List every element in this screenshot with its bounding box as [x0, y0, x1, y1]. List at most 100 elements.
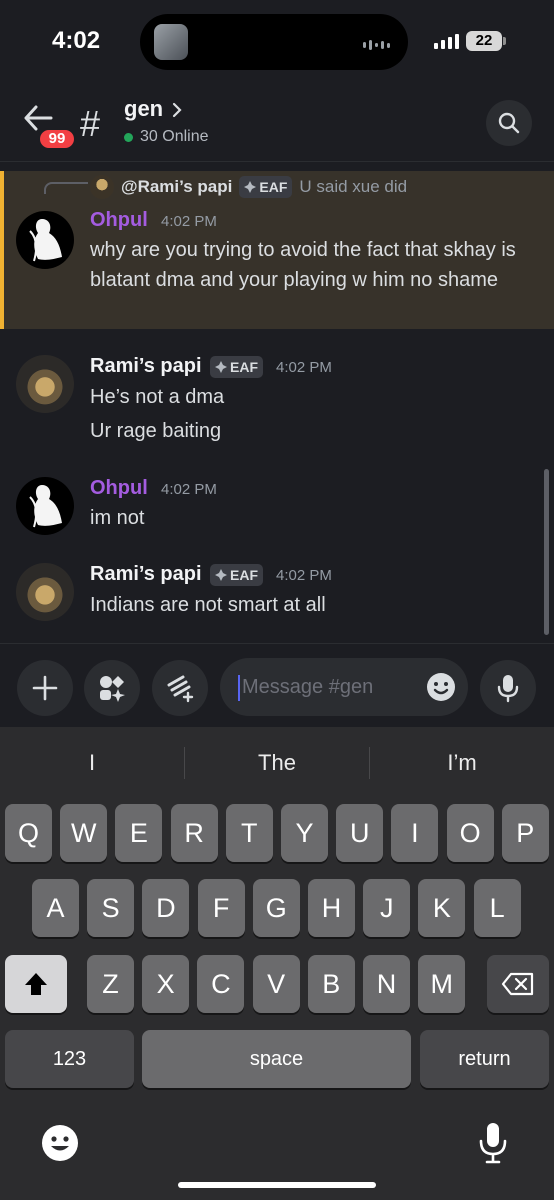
apps-button[interactable] [84, 660, 140, 716]
numbers-key[interactable]: 123 [5, 1030, 134, 1088]
reply-tag-label: EAF [259, 179, 288, 195]
clan-diamond-icon [215, 361, 227, 373]
letter-key[interactable]: M [418, 955, 466, 1013]
author-tag-label: EAF [230, 567, 258, 583]
emoji-button[interactable] [426, 672, 456, 702]
channel-hash-icon: # [80, 103, 101, 144]
voice-message-button[interactable] [480, 660, 536, 716]
letter-key[interactable]: R [170, 804, 218, 862]
message-author[interactable]: Ohpul [90, 209, 148, 232]
avatar[interactable] [16, 211, 74, 269]
message-timestamp: 4:02 PM [161, 481, 217, 498]
message-author[interactable]: Rami’s papi [90, 563, 202, 586]
online-label: 30 Online [140, 128, 209, 145]
reply-text: U said xue did [299, 177, 408, 196]
letter-key[interactable]: C [197, 955, 245, 1013]
ios-keyboard: I The I’m QWERTYUIOP ASDFGHJKL ZXCVBNM 1… [0, 727, 554, 1200]
author-tag: EAF [210, 356, 263, 378]
letter-key[interactable]: Y [281, 804, 328, 862]
letter-key[interactable]: Z [87, 955, 134, 1013]
message-author[interactable]: Rami’s papi [90, 355, 202, 378]
letter-key[interactable]: E [115, 804, 163, 862]
letter-key[interactable]: T [225, 804, 273, 862]
reply-connector [44, 182, 88, 194]
author-tag-label: EAF [230, 359, 258, 375]
message-list[interactable]: @Rami’s papi EAF U said xue did Ohpul 4:… [0, 163, 554, 643]
text-caret [238, 675, 240, 701]
dynamic-island [140, 14, 408, 70]
letter-key[interactable]: W [60, 804, 108, 862]
channel-name[interactable]: gen [124, 96, 163, 122]
search-icon [498, 112, 520, 134]
shift-key[interactable] [5, 955, 67, 1013]
message-text: Ur rage baiting [90, 420, 222, 442]
reply-preview[interactable]: @Rami’s papi EAF U said xue did [90, 175, 407, 199]
shift-arrow-icon [25, 973, 47, 995]
avatar[interactable] [16, 355, 74, 413]
unread-badge: 99 [38, 128, 76, 150]
chevron-right-icon[interactable] [172, 102, 182, 123]
letter-key[interactable]: L [473, 879, 521, 937]
letter-key[interactable]: I [391, 804, 439, 862]
message-text: Indians are not smart at all [90, 594, 326, 616]
letter-key[interactable]: B [307, 955, 355, 1013]
plus-icon [32, 675, 58, 701]
message-input-placeholder: Message #gen [242, 676, 374, 698]
reply-author: @Rami’s papi [121, 177, 233, 196]
message-input[interactable]: Message #gen [220, 658, 468, 716]
message-timestamp: 4:02 PM [161, 213, 217, 230]
attach-button[interactable] [17, 660, 73, 716]
letter-key[interactable]: Q [5, 804, 52, 862]
letter-key[interactable]: O [446, 804, 494, 862]
author-tag: EAF [210, 564, 263, 586]
signal-icon [434, 34, 459, 49]
message-text: He’s not a dma [90, 386, 225, 408]
apps-icon [100, 676, 125, 702]
letter-key[interactable]: P [501, 804, 549, 862]
battery-tip [503, 37, 506, 45]
scrollbar[interactable] [544, 469, 549, 635]
clan-diamond-icon [215, 569, 227, 581]
gift-button[interactable] [152, 660, 208, 716]
online-count: 30 Online [124, 128, 209, 146]
letter-key[interactable]: S [87, 879, 135, 937]
message-timestamp: 4:02 PM [276, 567, 332, 584]
clan-diamond-icon [244, 181, 257, 193]
suggestion[interactable]: I [0, 743, 184, 783]
audio-wave-icon [363, 40, 390, 50]
suggestion[interactable]: The [185, 743, 369, 783]
letter-key[interactable]: K [418, 879, 466, 937]
message-author[interactable]: Ohpul [90, 477, 148, 500]
letter-key[interactable]: F [197, 879, 245, 937]
letter-key[interactable]: G [252, 879, 300, 937]
emoji-keyboard-icon[interactable] [40, 1123, 80, 1168]
online-dot-icon [124, 132, 133, 142]
suggestion[interactable]: I’m [370, 743, 554, 783]
status-time: 4:02 [52, 27, 101, 54]
letter-key[interactable]: X [142, 955, 190, 1013]
letter-key[interactable]: N [363, 955, 410, 1013]
return-key[interactable]: return [420, 1030, 549, 1088]
space-key[interactable]: space [142, 1030, 411, 1088]
search-button[interactable] [486, 100, 532, 146]
delete-key[interactable] [487, 955, 549, 1013]
status-bar: 4:02 22 [0, 0, 554, 86]
message-text: why are you trying to avoid the fact tha… [90, 239, 516, 291]
avatar[interactable] [16, 477, 74, 535]
letter-key[interactable]: V [252, 955, 300, 1013]
reply-author-tag: EAF [239, 176, 293, 198]
letter-key[interactable]: J [363, 879, 411, 937]
dictation-mic-icon[interactable] [478, 1121, 508, 1170]
letter-key[interactable]: H [308, 879, 355, 937]
message-composer: Message #gen [0, 643, 554, 727]
message-text: im not [90, 507, 145, 529]
reply-avatar [90, 175, 114, 199]
battery-icon: 22 [466, 31, 502, 51]
microphone-icon [497, 675, 519, 703]
letter-key[interactable]: A [32, 879, 79, 937]
channel-header: 99 # gen 30 Online [0, 86, 554, 162]
letter-key[interactable]: U [336, 804, 384, 862]
avatar[interactable] [16, 563, 74, 621]
now-playing-thumbnail [154, 24, 188, 60]
letter-key[interactable]: D [142, 879, 190, 937]
